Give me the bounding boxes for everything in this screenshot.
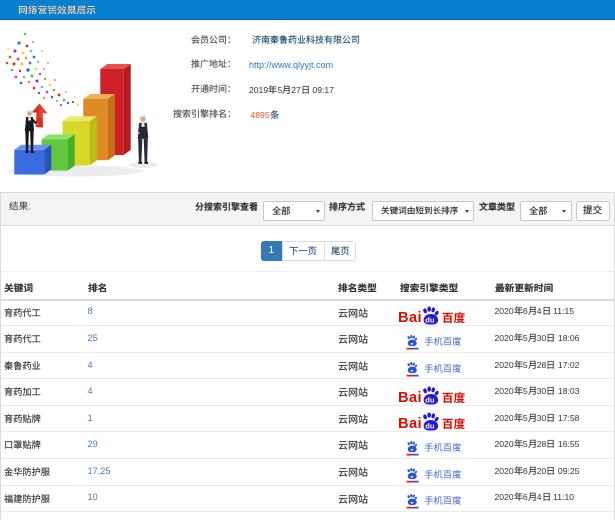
- svg-text:Bai: Bai: [399, 390, 422, 405]
- svg-text:du: du: [425, 422, 435, 431]
- svg-text:du: du: [425, 316, 435, 325]
- svg-text:Bai: Bai: [399, 310, 422, 325]
- svg-text:Bai: Bai: [399, 416, 422, 431]
- svg-text:du: du: [425, 395, 435, 404]
